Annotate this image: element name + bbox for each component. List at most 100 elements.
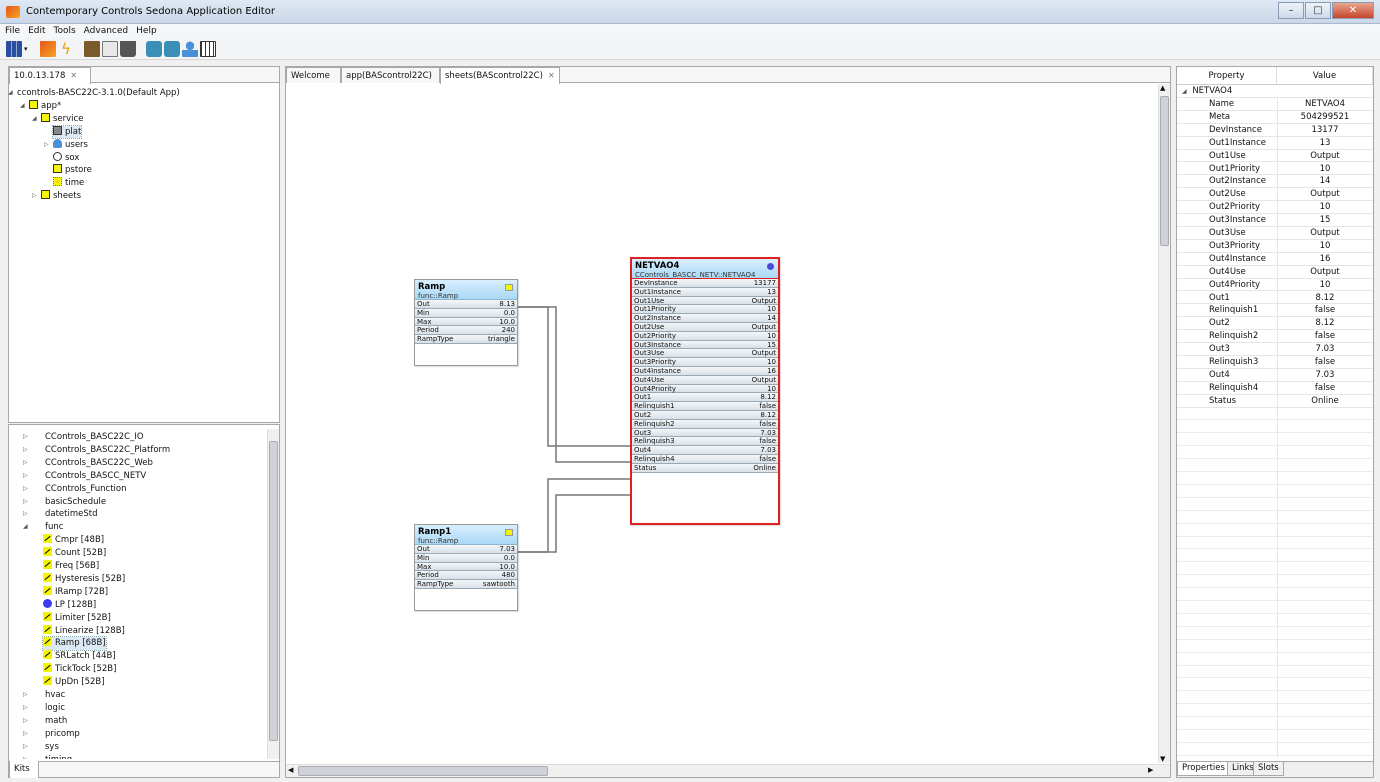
kit-item-datetimestd[interactable]: ▷ datetimeStd xyxy=(23,508,98,521)
kit-item-ccontrols-basc22c-io[interactable]: ▷ CControls_BASC22C_IO xyxy=(23,431,144,444)
nav-tree-item-plat[interactable]: plat xyxy=(51,124,83,139)
property-value[interactable]: 7.03 xyxy=(1277,369,1373,382)
property-value[interactable]: 16 xyxy=(1277,253,1373,266)
ramp1-block[interactable]: Ramp1 func::Ramp Out 7.03 Min 0.0 Max 10.0 Per… xyxy=(414,524,518,611)
ramp-slot-min[interactable]: Min 0.0 xyxy=(415,308,517,318)
property-row-out2instance[interactable]: Out2Instance 14 xyxy=(1177,175,1373,189)
property-value[interactable]: 10 xyxy=(1277,201,1373,214)
wire-ramp-out2[interactable] xyxy=(518,306,630,463)
property-row-out3priority[interactable]: Out3Priority 10 xyxy=(1177,240,1373,253)
ramp1-block-header[interactable]: Ramp1 func::Ramp xyxy=(415,525,517,545)
netvao4-slot-out1priority[interactable]: Out1Priority 10 xyxy=(632,305,778,315)
scroll-up-icon[interactable]: ▲ xyxy=(1160,84,1165,92)
netvao4-slot-relinquish1[interactable]: Relinquish1 false xyxy=(632,402,778,411)
netvao4-slot-out4instance[interactable]: Out4Instance 16 xyxy=(632,366,778,376)
tab-sheets[interactable]: sheets(BAScontrol22C) ✕ xyxy=(440,67,560,84)
netvao4-slot-out2[interactable]: Out2 8.12 xyxy=(632,410,778,420)
netvao4-slot-out3[interactable]: Out3 7.03 xyxy=(632,428,778,438)
ramp1-slot-max[interactable]: Max 10.0 xyxy=(415,562,517,572)
expander-closed-icon[interactable]: ▷ xyxy=(44,139,49,151)
nav-tree-item-time[interactable]: time xyxy=(53,177,84,189)
property-group-row[interactable]: ◢ NETVAO4 xyxy=(1177,85,1373,98)
ramp-slot-period[interactable]: Period 240 xyxy=(415,326,517,336)
property-row-devinstance[interactable]: DevInstance 13177 xyxy=(1177,124,1373,137)
upload-icon[interactable] xyxy=(146,41,162,57)
ramp1-slot-period[interactable]: Period 480 xyxy=(415,571,517,581)
netvao4-block[interactable]: NETVAO4 CControls_BASCC_NETV::NETVAO4 De… xyxy=(630,257,780,525)
property-row-relinquish1[interactable]: Relinquish1 false xyxy=(1177,304,1373,318)
netvao4-slot-out3instance[interactable]: Out3Instance 15 xyxy=(632,340,778,350)
expander-open-icon[interactable]: ◢ xyxy=(32,113,37,125)
expander-closed-icon[interactable]: ▷ xyxy=(23,728,28,741)
kit-item-linearize-128b[interactable]: Linearize [128B] xyxy=(43,624,125,638)
property-row-out1use[interactable]: Out1Use Output xyxy=(1177,150,1373,163)
ramp-slot-ramptype[interactable]: RampType triangle xyxy=(415,335,517,344)
property-value[interactable]: NETVAO4 xyxy=(1277,98,1373,111)
wire-ramp1-out3[interactable] xyxy=(518,478,630,553)
netvao4-slot-out1[interactable]: Out1 8.12 xyxy=(632,393,778,403)
netvao4-slot-out1use[interactable]: Out1Use Output xyxy=(632,296,778,306)
property-row-out1instance[interactable]: Out1Instance 13 xyxy=(1177,137,1373,150)
property-value[interactable]: Output xyxy=(1277,188,1373,201)
property-row-out4instance[interactable]: Out4Instance 16 xyxy=(1177,253,1373,266)
expander-closed-icon[interactable]: ▷ xyxy=(23,431,28,444)
netvao4-slot-out2instance[interactable]: Out2Instance 14 xyxy=(632,314,778,323)
kit-item-count-52b[interactable]: Count [52B] xyxy=(43,547,106,560)
kit-item-cmpr-48b[interactable]: Cmpr [48B] xyxy=(43,534,104,547)
property-row-meta[interactable]: Meta 504299521 xyxy=(1177,111,1373,124)
property-row-relinquish4[interactable]: Relinquish4 false xyxy=(1177,382,1373,395)
tab-app[interactable]: app(BAScontrol22C) xyxy=(341,67,440,83)
property-row-relinquish3[interactable]: Relinquish3 false xyxy=(1177,356,1373,369)
expander-closed-icon[interactable]: ▷ xyxy=(23,508,28,521)
menu-help[interactable]: Help xyxy=(136,24,157,38)
tab-welcome[interactable]: Welcome xyxy=(286,67,341,83)
expander-closed-icon[interactable]: ▷ xyxy=(23,715,28,728)
expander-closed-icon[interactable]: ▷ xyxy=(23,741,28,754)
property-row-out1priority[interactable]: Out1Priority 10 xyxy=(1177,163,1373,176)
save-icon[interactable] xyxy=(84,41,100,57)
document-icon[interactable] xyxy=(102,41,118,57)
menu-advanced[interactable]: Advanced xyxy=(84,24,128,38)
wire-ramp1-out4[interactable] xyxy=(518,494,630,553)
netvao4-slot-relinquish2[interactable]: Relinquish2 false xyxy=(632,419,778,429)
kit-item-ccontrols-basc22c-platform[interactable]: ▷ CControls_BASC22C_Platform xyxy=(23,444,170,457)
kit-item-ccontrols-function[interactable]: ▷ CControls_Function xyxy=(23,483,127,496)
ramp-block[interactable]: Ramp func::Ramp Out 8.13 Min 0.0 Max 10.0 Peri… xyxy=(414,279,518,366)
tab-slots[interactable]: Slots xyxy=(1253,762,1284,776)
expander-open-icon[interactable]: ◢ xyxy=(1182,88,1187,95)
nav-tree-item-service[interactable]: ◢ service xyxy=(32,112,83,125)
property-row-relinquish2[interactable]: Relinquish2 false xyxy=(1177,330,1373,344)
expander-open-icon[interactable]: ◢ xyxy=(20,100,25,112)
property-row-out3instance[interactable]: Out3Instance 15 xyxy=(1177,214,1373,227)
kit-item-logic[interactable]: ▷ logic xyxy=(23,702,65,715)
tab-properties[interactable]: Properties xyxy=(1177,762,1230,776)
scroll-right-icon[interactable]: ▶ xyxy=(1148,766,1153,774)
grid-icon[interactable] xyxy=(200,41,216,57)
expander-closed-icon[interactable]: ▷ xyxy=(23,496,28,509)
property-row-out1[interactable]: Out1 8.12 xyxy=(1177,292,1373,305)
nav-tree-item-sox[interactable]: sox xyxy=(53,151,79,164)
netvao4-slot-out2priority[interactable]: Out2Priority 10 xyxy=(632,331,778,341)
property-value[interactable]: 10 xyxy=(1277,240,1373,253)
menu-edit[interactable]: Edit xyxy=(28,24,45,38)
nav-tree-item-app-[interactable]: ◢ app* xyxy=(20,99,61,112)
kit-item-iramp-72b[interactable]: IRamp [72B] xyxy=(43,585,108,599)
property-row-name[interactable]: Name NETVAO4 xyxy=(1177,98,1373,111)
property-value[interactable]: 8.12 xyxy=(1277,317,1373,330)
property-value[interactable]: false xyxy=(1277,382,1373,395)
expander-closed-icon[interactable]: ▷ xyxy=(23,702,28,715)
netvao4-slot-out4use[interactable]: Out4Use Output xyxy=(632,375,778,385)
expander-closed-icon[interactable]: ▷ xyxy=(23,483,28,496)
property-value[interactable]: Output xyxy=(1277,266,1373,279)
property-value[interactable]: 15 xyxy=(1277,214,1373,227)
property-row-out4[interactable]: Out4 7.03 xyxy=(1177,369,1373,382)
expander-closed-icon[interactable]: ▷ xyxy=(23,689,28,702)
close-tab-icon[interactable]: ✕ xyxy=(548,71,555,80)
kits-scrollbar[interactable] xyxy=(267,429,279,759)
expander-closed-icon[interactable]: ▷ xyxy=(23,444,28,457)
value-column-header[interactable]: Value xyxy=(1277,67,1373,85)
ramp-slot-out[interactable]: Out 8.13 xyxy=(415,300,517,309)
netvao4-slot-relinquish4[interactable]: Relinquish4 false xyxy=(632,454,778,464)
menu-file[interactable]: File xyxy=(5,24,20,38)
kit-item-freq-56b[interactable]: Freq [56B] xyxy=(43,560,99,573)
